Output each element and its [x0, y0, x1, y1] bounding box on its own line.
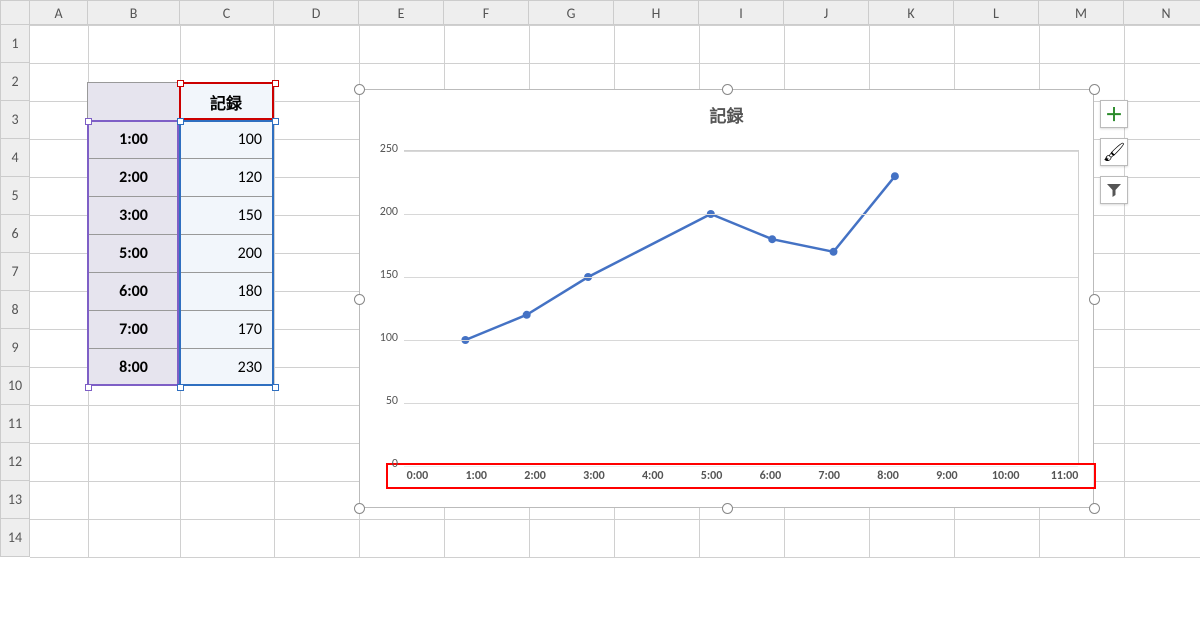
y-tick-label: 0	[358, 457, 398, 471]
x-tick-label: 8:00	[859, 469, 918, 483]
row-header-7[interactable]: 7	[0, 253, 30, 291]
chart-resize-handle[interactable]	[354, 294, 365, 305]
x-tick-label: 0:00	[388, 469, 447, 483]
data-cell-value[interactable]: 230	[179, 348, 273, 386]
chart-elements-button[interactable]: ＋	[1100, 100, 1128, 128]
data-cell-time[interactable]: 8:00	[87, 348, 179, 386]
chart-title[interactable]: 記録	[360, 102, 1093, 127]
row-header-4[interactable]: 4	[0, 139, 30, 177]
data-cell-time[interactable]: 2:00	[87, 158, 179, 196]
col-header-A[interactable]: A	[30, 0, 88, 25]
y-tick-label: 200	[358, 205, 398, 219]
data-cell-value[interactable]: 150	[179, 196, 273, 234]
x-tick-label: 1:00	[447, 469, 506, 483]
row-header-5[interactable]: 5	[0, 177, 30, 215]
chart-resize-handle[interactable]	[722, 84, 733, 95]
data-cell-value[interactable]: 170	[179, 310, 273, 348]
data-header-time[interactable]	[87, 82, 179, 120]
chart-side-buttons: ＋ 🖌	[1100, 100, 1128, 214]
chart-resize-handle[interactable]	[1089, 294, 1100, 305]
x-tick-label: 4:00	[623, 469, 682, 483]
chart-marker[interactable]	[768, 235, 776, 243]
row-header-11[interactable]: 11	[0, 405, 30, 443]
col-header-J[interactable]: J	[784, 0, 869, 25]
data-table[interactable]: 記録1:001002:001203:001505:002006:001807:0…	[87, 82, 273, 386]
col-header-H[interactable]: H	[614, 0, 699, 25]
data-cell-value[interactable]: 180	[179, 272, 273, 310]
col-header-N[interactable]: N	[1124, 0, 1200, 25]
row-header-9[interactable]: 9	[0, 329, 30, 367]
chart-marker[interactable]	[523, 311, 531, 319]
funnel-icon	[1106, 182, 1122, 198]
row-header-14[interactable]: 14	[0, 519, 30, 557]
chart-object[interactable]: 記録 0:001:002:003:004:005:006:007:008:009…	[359, 89, 1094, 508]
chart-resize-handle[interactable]	[354, 84, 365, 95]
y-tick-label: 100	[358, 331, 398, 345]
col-header-M[interactable]: M	[1039, 0, 1124, 25]
x-tick-label: 11:00	[1035, 469, 1094, 483]
chart-resize-handle[interactable]	[1089, 503, 1100, 514]
col-header-I[interactable]: I	[699, 0, 784, 25]
data-cell-value[interactable]: 120	[179, 158, 273, 196]
y-tick-label: 50	[358, 394, 398, 408]
data-cell-value[interactable]: 100	[179, 120, 273, 158]
col-header-B[interactable]: B	[88, 0, 180, 25]
x-tick-label: 9:00	[917, 469, 976, 483]
row-header-6[interactable]: 6	[0, 215, 30, 253]
data-cell-time[interactable]: 3:00	[87, 196, 179, 234]
select-all-corner[interactable]	[0, 0, 30, 25]
x-tick-label: 7:00	[800, 469, 859, 483]
row-headers: 1234567891011121314	[0, 25, 30, 557]
x-tick-label: 2:00	[506, 469, 565, 483]
x-tick-label: 5:00	[682, 469, 741, 483]
col-header-E[interactable]: E	[359, 0, 444, 25]
col-header-C[interactable]: C	[180, 0, 274, 25]
data-cell-value[interactable]: 200	[179, 234, 273, 272]
col-header-K[interactable]: K	[869, 0, 954, 25]
row-header-13[interactable]: 13	[0, 481, 30, 519]
data-cell-time[interactable]: 5:00	[87, 234, 179, 272]
row-header-8[interactable]: 8	[0, 291, 30, 329]
y-tick-label: 250	[358, 142, 398, 156]
col-header-L[interactable]: L	[954, 0, 1039, 25]
x-tick-label: 3:00	[564, 469, 623, 483]
x-tick-label: 10:00	[976, 469, 1035, 483]
plot-area[interactable]	[404, 150, 1079, 465]
column-headers: ABCDEFGHIJKLMN	[30, 0, 1200, 25]
x-tick-label: 6:00	[741, 469, 800, 483]
row-header-3[interactable]: 3	[0, 101, 30, 139]
chart-styles-button[interactable]: 🖌	[1100, 138, 1128, 166]
row-header-10[interactable]: 10	[0, 367, 30, 405]
x-axis-highlight[interactable]: 0:001:002:003:004:005:006:007:008:009:00…	[386, 463, 1096, 489]
row-header-1[interactable]: 1	[0, 25, 30, 63]
chart-resize-handle[interactable]	[354, 503, 365, 514]
chart-resize-handle[interactable]	[722, 503, 733, 514]
data-cell-time[interactable]: 7:00	[87, 310, 179, 348]
row-header-2[interactable]: 2	[0, 63, 30, 101]
col-header-G[interactable]: G	[529, 0, 614, 25]
worksheet[interactable]: ABCDEFGHIJKLMN 1234567891011121314 記録1:0…	[0, 0, 1200, 630]
y-tick-label: 150	[358, 268, 398, 282]
data-header-record[interactable]: 記録	[179, 82, 273, 120]
chart-marker[interactable]	[830, 248, 838, 256]
data-cell-time[interactable]: 1:00	[87, 120, 179, 158]
chart-resize-handle[interactable]	[1089, 84, 1100, 95]
col-header-D[interactable]: D	[274, 0, 359, 25]
chart-filter-button[interactable]	[1100, 176, 1128, 204]
data-cell-time[interactable]: 6:00	[87, 272, 179, 310]
col-header-F[interactable]: F	[444, 0, 529, 25]
row-header-12[interactable]: 12	[0, 443, 30, 481]
chart-marker[interactable]	[891, 172, 899, 180]
